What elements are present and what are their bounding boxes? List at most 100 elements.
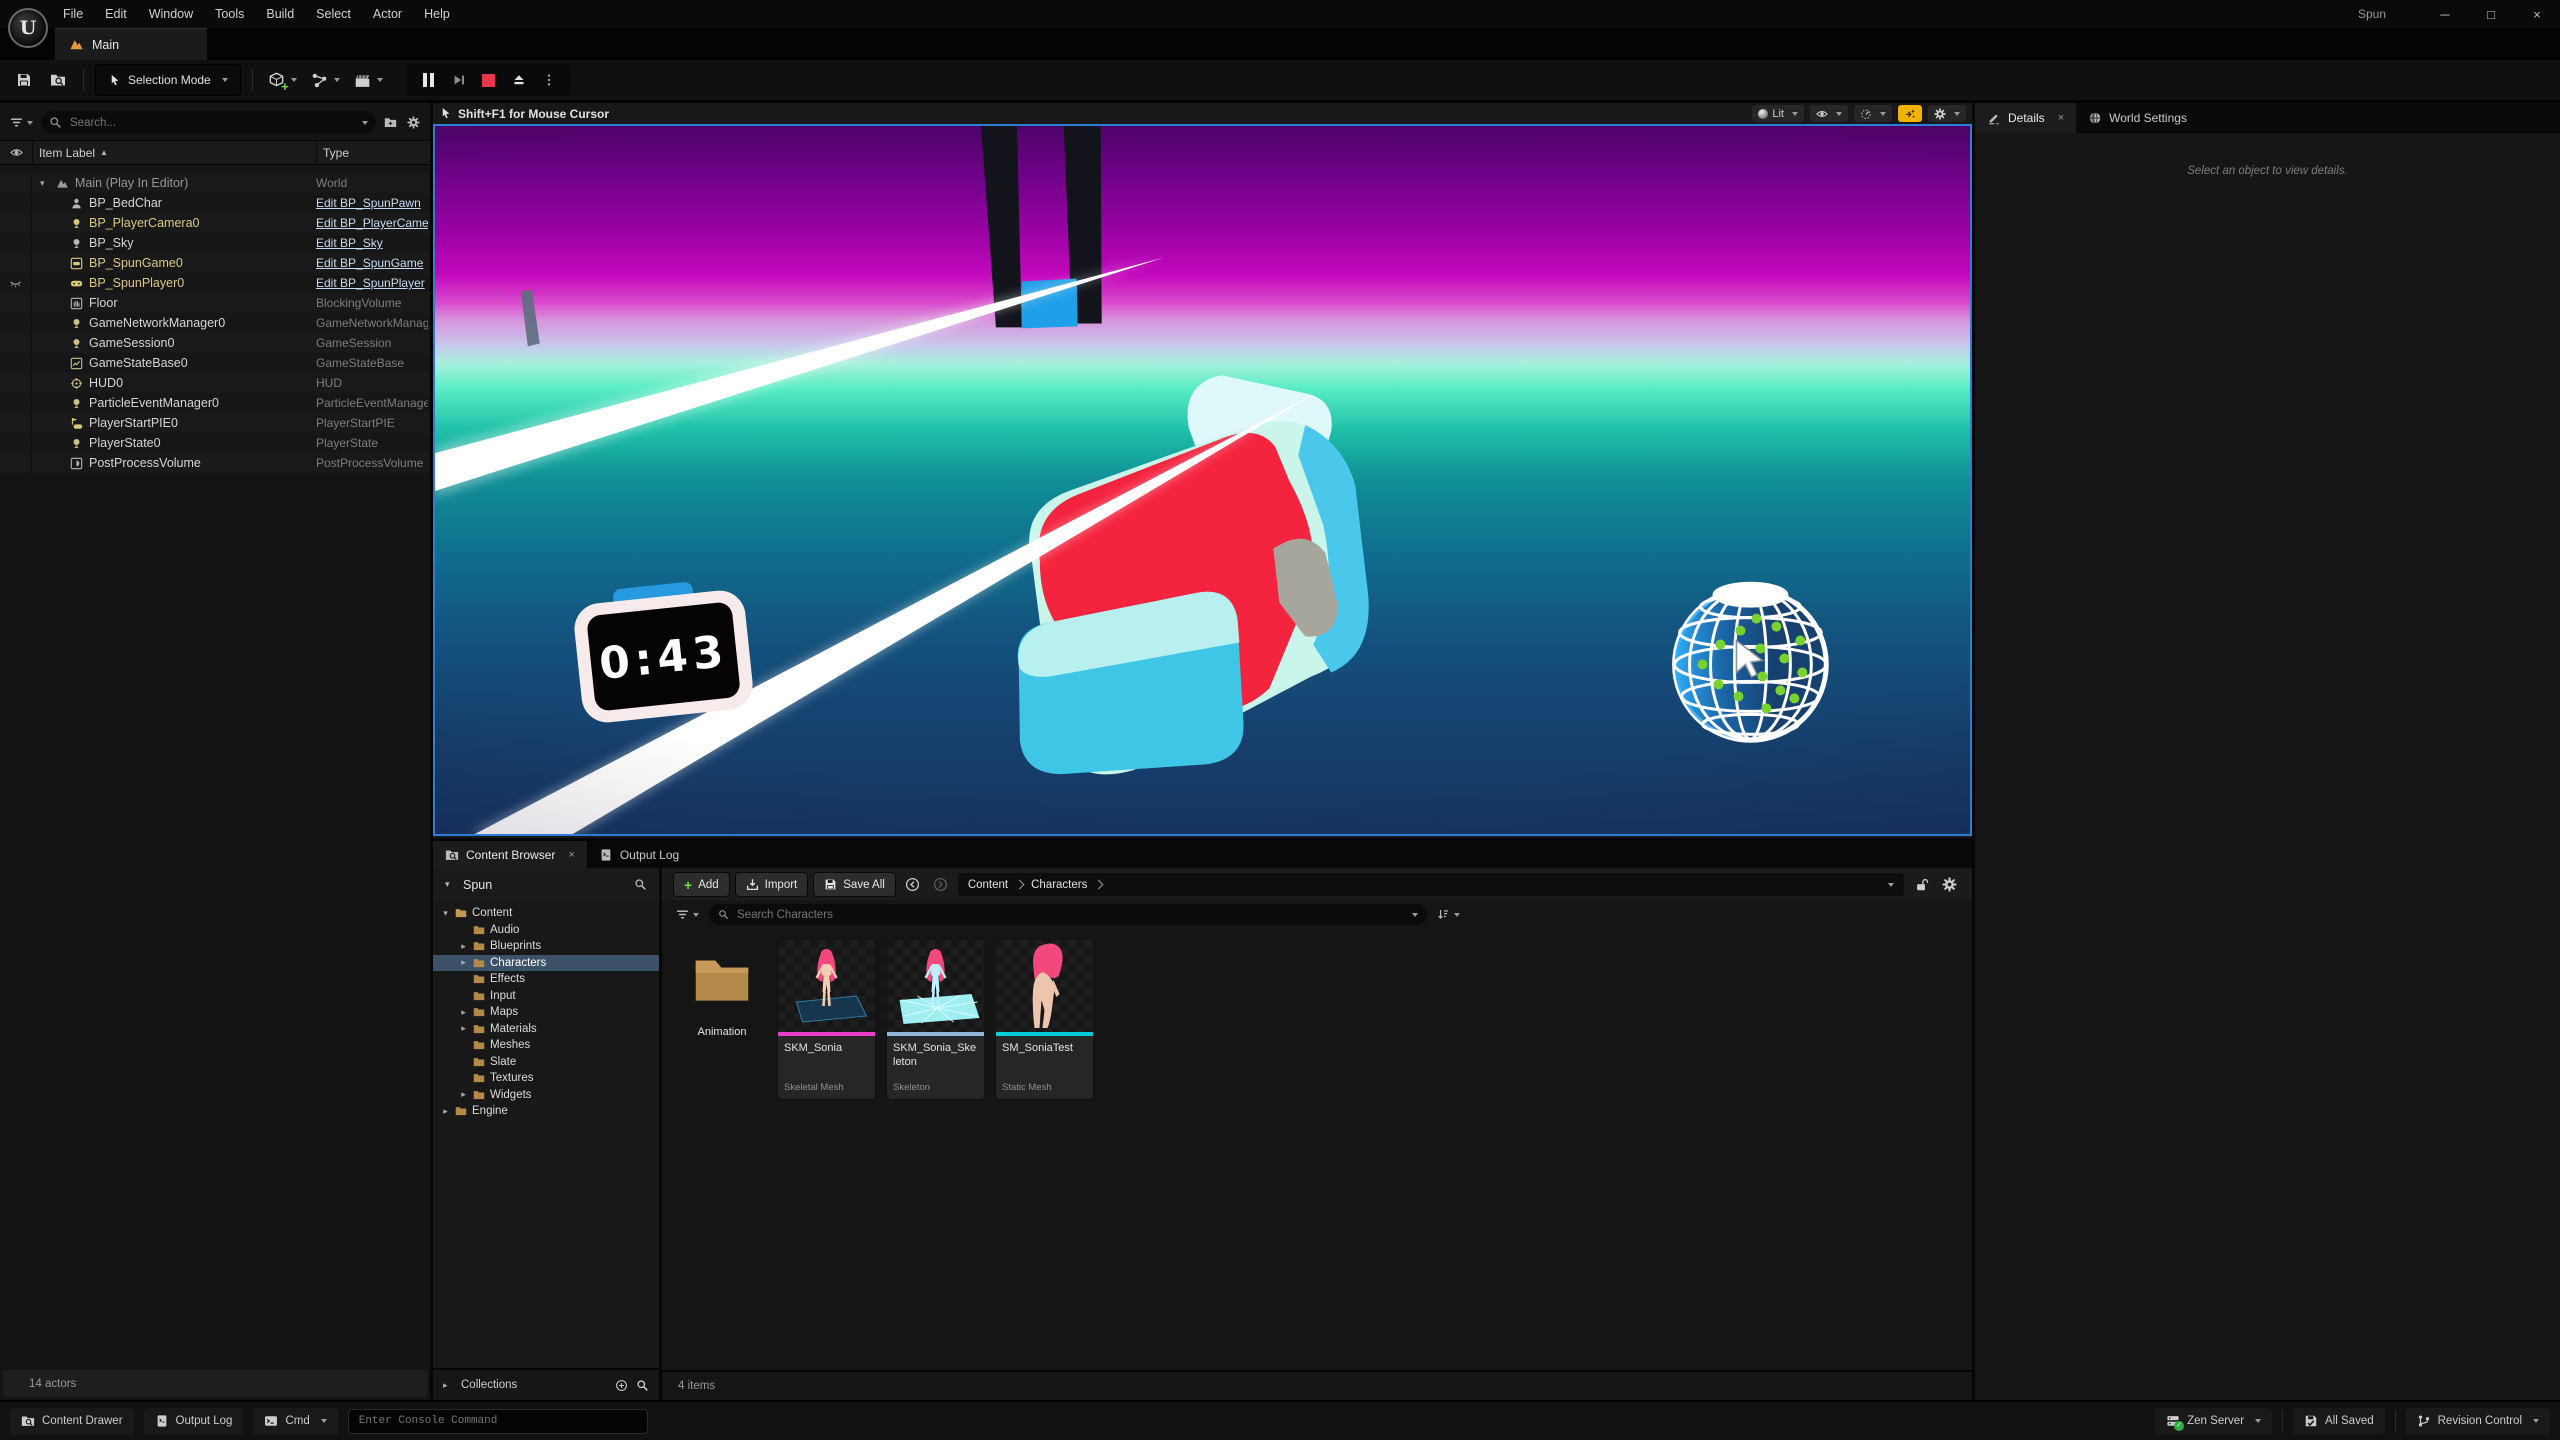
asset-filter-button[interactable] [674, 904, 701, 926]
output-log-button[interactable]: Output Log [144, 1408, 244, 1435]
camera-speed-dropdown[interactable] [1854, 105, 1892, 122]
close-button[interactable]: × [2514, 0, 2560, 28]
search-icon[interactable] [636, 1379, 649, 1392]
tab-content-browser[interactable]: Content Browser × [433, 841, 587, 868]
asset-card-skm-sonia[interactable]: SKM_Sonia Skeletal Mesh [778, 940, 875, 1099]
tree-item-content[interactable]: ▾Content [433, 905, 659, 922]
visibility-cell[interactable] [0, 453, 32, 473]
visibility-cell[interactable] [0, 353, 32, 373]
close-tab-icon[interactable]: × [568, 849, 574, 861]
zen-server-dropdown[interactable]: Zen Server [2155, 1408, 2272, 1435]
tree-item-materials[interactable]: ▸Materials [433, 1021, 659, 1038]
collapse-arrow[interactable]: ▾ [445, 879, 455, 890]
frame-skip-button[interactable] [449, 67, 469, 93]
view-mode-dropdown[interactable]: Lit [1752, 105, 1804, 122]
outliner-row[interactable]: PlayerStartPIE0 PlayerStartPIE [0, 413, 430, 433]
edit-blueprint-link[interactable]: Edit BP_SpunPawn [316, 196, 428, 210]
browse-content-button[interactable] [44, 65, 72, 95]
visibility-cell[interactable] [0, 293, 32, 313]
tab-world-settings[interactable]: World Settings [2076, 103, 2199, 133]
cinematics-dropdown[interactable] [350, 65, 387, 95]
menu-tools[interactable]: Tools [204, 0, 255, 28]
tree-item-slate[interactable]: Slate [433, 1054, 659, 1071]
source-header[interactable]: ▾ Spun [433, 868, 659, 901]
visibility-cell[interactable] [0, 313, 32, 333]
visibility-cell[interactable] [0, 393, 32, 413]
expand-arrow[interactable]: ▸ [443, 1380, 453, 1391]
breadcrumb[interactable]: Content Characters [958, 873, 1904, 896]
asset-search-input[interactable] [735, 908, 1402, 922]
item-label-column-header[interactable]: Item Label▲ [33, 146, 316, 160]
expand-arrow[interactable]: ▾ [40, 178, 50, 189]
content-browser-settings-button[interactable] [1939, 874, 1960, 895]
tab-main-level[interactable]: Main [55, 28, 207, 60]
outliner-row[interactable]: GameStateBase0 GameStateBase [0, 353, 430, 373]
outliner-row[interactable]: PlayerState0 PlayerState [0, 433, 430, 453]
tree-item-audio[interactable]: Audio [433, 922, 659, 939]
collections-bar[interactable]: ▸ Collections [433, 1368, 659, 1400]
search-icon[interactable] [634, 878, 647, 891]
sort-view-options-button[interactable] [1435, 904, 1462, 926]
content-drawer-button[interactable]: Content Drawer [10, 1408, 134, 1435]
edit-blueprint-link[interactable]: Edit BP_Sky [316, 236, 428, 250]
tree-item-characters[interactable]: ▸Characters [433, 955, 659, 972]
playback-options-kebab[interactable] [539, 67, 559, 93]
screen-percentage-button[interactable] [1898, 105, 1922, 122]
save-all-button[interactable]: Save All [814, 873, 895, 896]
back-button[interactable] [902, 874, 923, 895]
visibility-cell[interactable] [0, 333, 32, 353]
path-history-chevron[interactable] [1888, 883, 1894, 887]
outliner-row[interactable]: BP_SpunPlayer0 Edit BP_SpunPlayer [0, 273, 430, 293]
breadcrumb-content[interactable]: Content [968, 879, 1008, 891]
stop-button[interactable] [479, 67, 499, 93]
revision-control-dropdown[interactable]: Revision Control [2406, 1408, 2550, 1435]
tree-item-widgets[interactable]: ▸Widgets [433, 1087, 659, 1104]
type-column-header[interactable]: Type [316, 141, 430, 164]
outliner-row[interactable]: BP_PlayerCamera0 Edit BP_PlayerCamera [0, 213, 430, 233]
console-command-input[interactable] [348, 1409, 648, 1434]
visibility-cell[interactable] [0, 233, 32, 253]
visibility-cell[interactable] [0, 213, 32, 233]
forward-button[interactable] [930, 874, 951, 895]
outliner-row[interactable]: HUD0 HUD [0, 373, 430, 393]
outliner-row[interactable]: Floor BlockingVolume [0, 293, 430, 313]
blueprints-dropdown[interactable] [307, 65, 344, 95]
edit-blueprint-link[interactable]: Edit BP_SpunGame [316, 256, 428, 270]
tree-item-engine[interactable]: ▸Engine [433, 1103, 659, 1120]
visibility-cell[interactable] [0, 173, 32, 193]
tree-item-effects[interactable]: Effects [433, 971, 659, 988]
asset-folder-animation[interactable]: Animation [678, 940, 766, 1040]
asset-card-sm-soniatest[interactable]: SM_SoniaTest Static Mesh [996, 940, 1093, 1099]
menu-edit[interactable]: Edit [94, 0, 138, 28]
outliner-row[interactable]: ParticleEventManager0 ParticleEventManag… [0, 393, 430, 413]
tab-output-log[interactable]: Output Log [587, 841, 691, 868]
menu-select[interactable]: Select [305, 0, 362, 28]
minimize-button[interactable]: ─ [2422, 0, 2468, 28]
outliner-filter-button[interactable] [8, 112, 35, 134]
tree-item-input[interactable]: Input [433, 988, 659, 1005]
save-button[interactable] [10, 65, 38, 95]
menu-build[interactable]: Build [255, 0, 305, 28]
menu-help[interactable]: Help [413, 0, 461, 28]
outliner-row[interactable]: BP_BedChar Edit BP_SpunPawn [0, 193, 430, 213]
pause-button[interactable] [419, 67, 439, 93]
asset-card-skm-sonia-skeleton[interactable]: SKM_Sonia_Skeleton Skeleton [887, 940, 984, 1099]
add-actor-dropdown[interactable] [264, 65, 301, 95]
add-collection-icon[interactable] [615, 1379, 628, 1392]
outliner-search-input[interactable] [68, 116, 352, 130]
outliner-settings-button[interactable] [405, 112, 422, 134]
hidden-eye-icon[interactable] [0, 273, 32, 293]
visibility-column-header[interactable] [0, 141, 33, 164]
game-viewport[interactable]: 0:43 [433, 124, 1972, 836]
import-button[interactable]: Import [736, 873, 808, 896]
tree-item-meshes[interactable]: Meshes [433, 1037, 659, 1054]
visibility-cell[interactable] [0, 413, 32, 433]
maximize-button[interactable]: □ [2468, 0, 2514, 28]
edit-blueprint-link[interactable]: Edit BP_SpunPlayer [316, 276, 428, 290]
tab-details[interactable]: Details × [1975, 103, 2076, 133]
close-tab-icon[interactable]: × [2058, 112, 2064, 124]
lock-button[interactable] [1911, 874, 1932, 895]
outliner-row[interactable]: BP_SpunGame0 Edit BP_SpunGame [0, 253, 430, 273]
viewport-settings-dropdown[interactable] [1928, 105, 1966, 122]
visibility-cell[interactable] [0, 373, 32, 393]
